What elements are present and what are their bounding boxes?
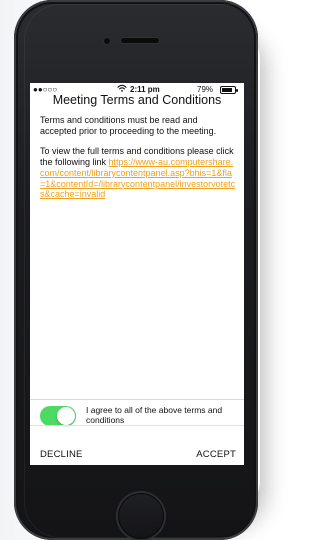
agree-toggle[interactable] bbox=[40, 406, 76, 426]
accept-button[interactable]: ACCEPT bbox=[196, 449, 236, 460]
agree-label: I agree to all of the above terms and co… bbox=[86, 405, 223, 425]
terms-body: Terms and conditions must be read and ac… bbox=[40, 115, 236, 210]
app-screen: ●●○○○ 2:11 pm 79% Meeting Terms and Cond… bbox=[30, 83, 244, 465]
decline-button[interactable]: DECLINE bbox=[40, 449, 83, 460]
page-title: Meeting Terms and Conditions bbox=[52, 93, 222, 107]
toggle-knob bbox=[57, 407, 75, 425]
battery-fill bbox=[222, 88, 232, 92]
terms-paragraph-1: Terms and conditions must be read and ac… bbox=[40, 115, 217, 136]
divider-top bbox=[30, 399, 244, 400]
front-camera-icon bbox=[104, 38, 110, 44]
speaker-grille-icon bbox=[121, 38, 159, 43]
terms-paragraph-2: To view the full terms and conditions pl… bbox=[40, 146, 236, 200]
home-button[interactable] bbox=[118, 493, 164, 539]
divider-bottom bbox=[30, 425, 244, 426]
